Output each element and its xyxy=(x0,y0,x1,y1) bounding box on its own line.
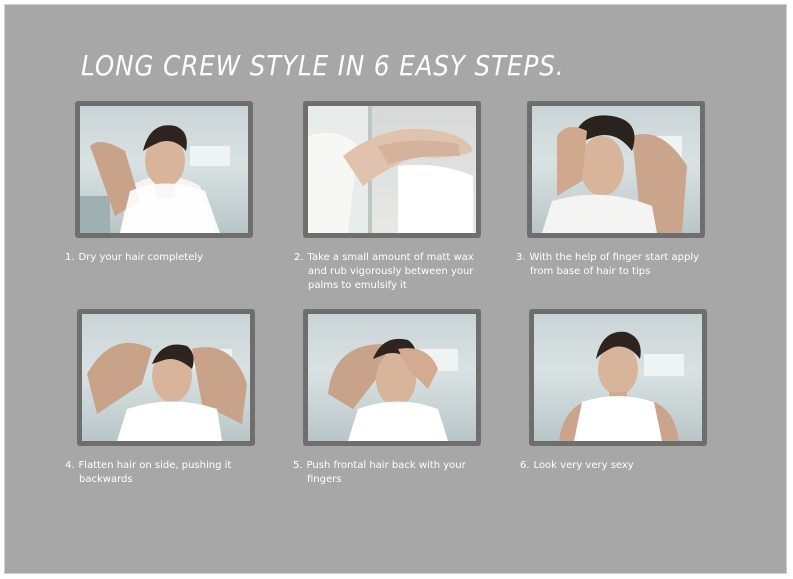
step-1-caption: 1. Dry your hair completely xyxy=(65,251,265,265)
step-text-line: With the help of finger start apply xyxy=(529,252,700,263)
step-5-caption: 5. Push frontal hair back with your finge… xyxy=(293,459,493,487)
step-1-photo xyxy=(75,101,253,238)
man-flattening-hair-illustration xyxy=(87,342,247,441)
man-drying-hair-illustration xyxy=(80,125,230,233)
photo-image xyxy=(82,314,250,441)
step-text-line: fingers xyxy=(307,474,342,485)
step-text-line: palms to emulsify it xyxy=(308,280,407,291)
step-2-caption: 2. Take a small amount of matt wax and ru… xyxy=(294,251,494,293)
photo-image xyxy=(308,314,476,441)
step-text-line: Take a small amount of matt wax xyxy=(307,252,474,263)
step-text-line: backwards xyxy=(79,474,133,485)
step-number: 1. xyxy=(65,252,75,263)
step-text-line: and rub vigorously between your xyxy=(308,266,474,277)
step-4-photo xyxy=(77,309,255,446)
step-number: 4. xyxy=(65,460,75,471)
step-number: 5. xyxy=(293,460,303,471)
step-text-line: Dry your hair completely xyxy=(78,252,204,263)
man-pushing-hair-back-illustration xyxy=(328,338,458,441)
step-3-photo xyxy=(527,101,705,238)
step-4-caption: 4. Flatten hair on side, pushing it backw… xyxy=(65,459,265,487)
step-3-caption: 3. With the help of finger start apply fr… xyxy=(516,251,716,279)
step-6-caption: 6. Look very very sexy xyxy=(520,459,720,473)
step-5-photo xyxy=(303,309,481,446)
poster: LONG CREW STYLE IN 6 EASY STEPS. 1. Dry … xyxy=(4,4,787,574)
step-text-line: Look very very sexy xyxy=(533,460,634,471)
step-text-line: Flatten hair on side, pushing it xyxy=(78,460,232,471)
step-6-photo xyxy=(529,309,707,446)
photo-image xyxy=(532,106,700,233)
hands-rubbing-wax-illustration xyxy=(308,106,473,233)
step-number: 3. xyxy=(516,252,526,263)
man-smiling-illustration xyxy=(559,331,684,441)
step-number: 2. xyxy=(294,252,304,263)
photo-image xyxy=(80,106,248,233)
step-2-photo xyxy=(303,101,481,238)
step-text-line: Push frontal hair back with your xyxy=(306,460,466,471)
photo-image xyxy=(308,106,476,233)
step-text-line: from base of hair to tips xyxy=(530,266,651,277)
step-number: 6. xyxy=(520,460,530,471)
photo-image xyxy=(534,314,702,441)
man-applying-wax-illustration xyxy=(542,115,687,233)
poster-title: LONG CREW STYLE IN 6 EASY STEPS. xyxy=(81,49,565,82)
